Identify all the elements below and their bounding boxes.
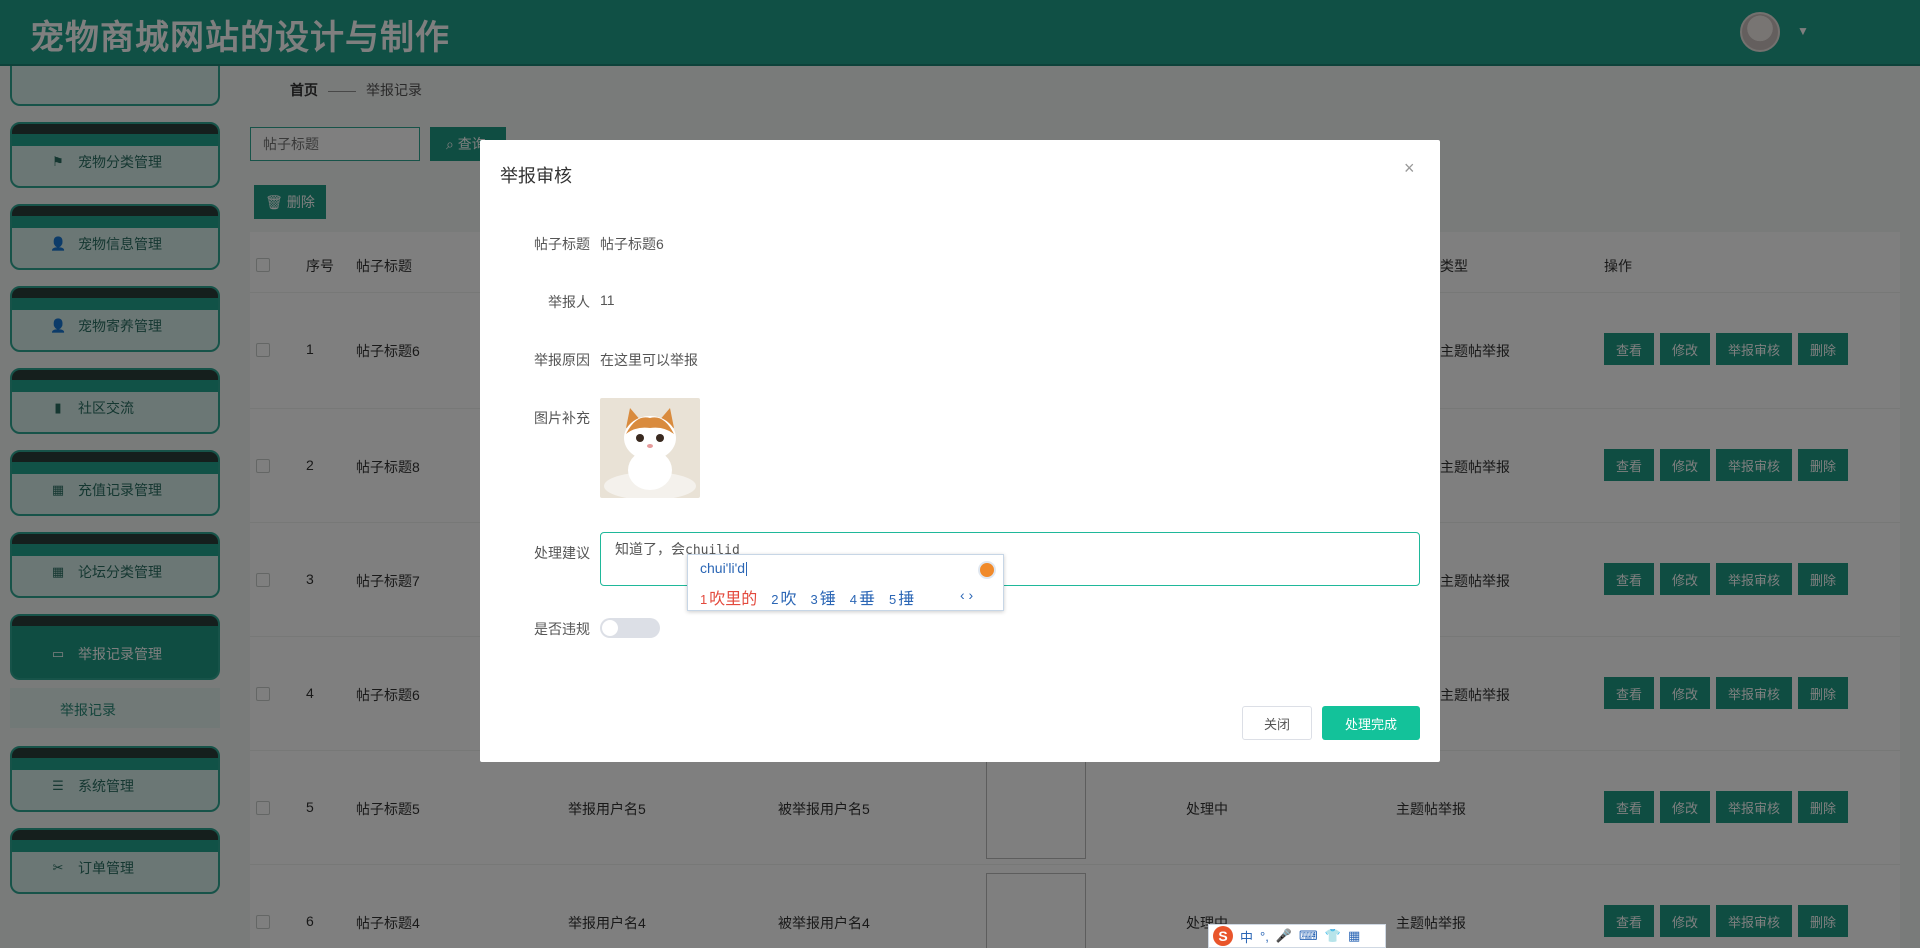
post-title-value: 帖子标题6 xyxy=(600,236,664,252)
ime-logo-icon[interactable] xyxy=(978,561,996,579)
reporter-value: 11 xyxy=(600,292,615,308)
punctuation-icon[interactable]: °, xyxy=(1260,929,1269,944)
ime-candidate-text: 捶 xyxy=(898,591,915,608)
ime-candidate-text: 锤 xyxy=(819,591,836,608)
suggestion-text: 知道了，会 xyxy=(615,541,685,557)
close-button[interactable]: 关闭 xyxy=(1242,706,1312,740)
report-review-dialog: 举报审核 × 帖子标题 帖子标题6 举报人 11 举报原因 在这里可以举报 图片… xyxy=(480,140,1440,762)
suggestion-label: 处理建议 xyxy=(534,545,590,561)
ime-status-bar: S 中 °, 🎤 ⌨ 👕 ▦ xyxy=(1208,924,1386,948)
toggle-knob xyxy=(602,620,618,636)
ime-page-nav[interactable]: ‹ › xyxy=(960,587,973,603)
ime-candidate[interactable]: 5捶 xyxy=(889,585,914,609)
ime-candidate-text: 吹 xyxy=(780,591,797,608)
reason-value: 在这里可以举报 xyxy=(600,352,698,368)
ime-candidate-number: 5 xyxy=(889,592,897,607)
report-image[interactable] xyxy=(600,398,700,498)
ime-candidate[interactable]: 3锤 xyxy=(811,585,836,609)
sogou-logo-icon[interactable]: S xyxy=(1213,926,1233,946)
violation-label: 是否违规 xyxy=(534,621,590,637)
ime-candidates: 1 吹里的 2吹 3锤 4垂 5捶 xyxy=(700,585,914,609)
ime-mode-toggle[interactable]: 中 xyxy=(1240,927,1253,946)
ime-candidate[interactable]: 4垂 xyxy=(850,585,875,609)
keyboard-icon[interactable]: ⌨ xyxy=(1299,928,1318,944)
close-icon[interactable]: × xyxy=(1404,158,1415,179)
done-button[interactable]: 处理完成 xyxy=(1322,706,1420,740)
toolbox-icon[interactable]: ▦ xyxy=(1348,928,1360,944)
ime-candidate[interactable]: 1 吹里的 xyxy=(700,585,757,609)
violation-toggle[interactable] xyxy=(600,618,660,638)
ime-pinyin: chui'li'd xyxy=(700,560,746,576)
reporter-label: 举报人 xyxy=(548,294,590,310)
ime-candidate-number: 1 xyxy=(700,592,708,607)
ime-candidate-number: 2 xyxy=(771,592,779,607)
ime-candidate[interactable]: 2吹 xyxy=(771,585,796,609)
ime-candidate-window: chui'li'd 1 吹里的 2吹 3锤 4垂 5捶 ‹ › xyxy=(687,554,1004,611)
image-label: 图片补充 xyxy=(534,410,590,426)
post-title-label: 帖子标题 xyxy=(534,236,590,252)
ime-candidate-text: 垂 xyxy=(858,591,875,608)
reason-label: 举报原因 xyxy=(534,352,590,368)
ime-candidate-number: 4 xyxy=(849,592,857,607)
ime-candidate-text: 吹里的 xyxy=(709,591,758,608)
ime-candidate-number: 3 xyxy=(810,592,818,607)
dialog-title: 举报审核 xyxy=(500,166,572,186)
microphone-icon[interactable]: 🎤 xyxy=(1276,928,1292,944)
skin-icon[interactable]: 👕 xyxy=(1325,928,1341,944)
